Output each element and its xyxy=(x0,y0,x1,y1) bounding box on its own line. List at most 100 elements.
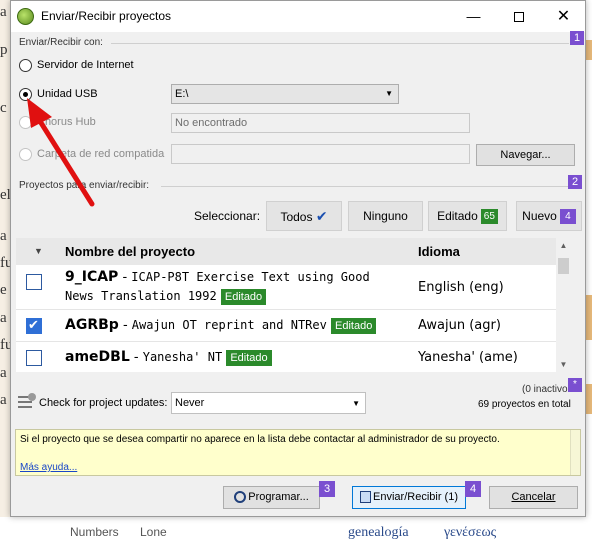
edited-filter-label: Editado xyxy=(437,209,478,223)
edited-count-badge: 65 xyxy=(480,209,498,225)
cancel-label: Cancelar xyxy=(511,491,556,503)
background-app-bottom-strip: Numbers Lone genealogía γενέσεως xyxy=(0,517,592,541)
projects-table: ▼ Nombre del proyecto Idioma 9_ICAP - IC… xyxy=(16,238,571,372)
radio-button[interactable] xyxy=(19,116,32,129)
table-row[interactable]: 9_ICAP - ICAP-P8T Exercise Text using Go… xyxy=(16,265,556,310)
projects-section-label: Proyectos para enviar/recibir: xyxy=(19,180,150,191)
cancel-button[interactable]: Cancelar xyxy=(489,486,578,509)
send-receive-icon xyxy=(360,491,372,504)
column-header-name[interactable]: Nombre del proyecto xyxy=(65,244,195,259)
radio-label: Unidad USB xyxy=(37,88,98,100)
new-count-badge: 4 xyxy=(559,209,576,225)
chevron-down-icon: ▼ xyxy=(352,399,360,408)
chevron-down-icon[interactable]: ▼ xyxy=(556,357,571,372)
close-button[interactable]: ✕ xyxy=(541,1,586,32)
radio-label: Carpeta de red compatida xyxy=(37,148,165,160)
schedule-button[interactable]: Programar... xyxy=(223,486,320,509)
bg-letter: p xyxy=(0,42,8,58)
project-code: AGRBp xyxy=(65,317,119,333)
more-help-link[interactable]: Más ayuda... xyxy=(20,462,77,473)
scrollbar-thumb[interactable] xyxy=(558,258,569,274)
bg-letter: e xyxy=(0,282,7,298)
select-none-button[interactable]: Ninguno xyxy=(348,201,423,231)
close-icon: ✕ xyxy=(556,8,571,25)
background-app-left-strip: a p c el a fu e a fu a a xyxy=(0,0,13,541)
table-header: ▼ Nombre del proyecto Idioma xyxy=(16,238,556,265)
sort-arrow-icon: ▼ xyxy=(34,246,43,256)
select-new-button[interactable]: Nuevo 4 xyxy=(516,201,582,231)
radio-label: Servidor de Internet xyxy=(37,59,134,71)
browse-button[interactable]: Navegar... xyxy=(476,144,575,166)
project-code: 9_ICAP xyxy=(65,269,119,285)
project-checkbox[interactable] xyxy=(26,317,42,334)
button-number-badge: 3 xyxy=(319,481,335,497)
usb-drive-value: E:\ xyxy=(175,88,189,100)
total-projects: 69 proyectos en total xyxy=(478,399,571,410)
network-folder-field[interactable] xyxy=(171,144,470,164)
bg-cell: Numbers xyxy=(70,525,119,539)
select-label: Seleccionar: xyxy=(194,209,261,223)
table-scrollbar[interactable]: ▲ ▼ xyxy=(556,238,571,372)
minimize-icon: — xyxy=(466,8,481,24)
button-number-badge: 4 xyxy=(465,481,481,497)
app-logo-icon xyxy=(17,8,34,25)
chevron-up-icon[interactable]: ▲ xyxy=(556,238,571,253)
radio-button[interactable] xyxy=(19,59,32,72)
project-language: English (eng) xyxy=(418,280,504,295)
bg-letter: a xyxy=(0,392,7,408)
bg-cell: genealogía xyxy=(348,525,409,540)
bg-letter: a xyxy=(0,4,7,20)
section-number-badge: 1 xyxy=(570,31,584,45)
select-all-button[interactable]: Todos ✔ xyxy=(266,201,342,231)
minimize-button[interactable]: — xyxy=(451,1,496,32)
project-language: Yanesha' (ame) xyxy=(418,350,518,365)
table-row[interactable]: ameDBL - Yanesha' NT Editado Yanesha' (a… xyxy=(16,342,556,372)
update-frequency-value: Never xyxy=(175,397,205,409)
radio-label: Chorus Hub xyxy=(37,116,96,128)
chorus-hub-field: No encontrado xyxy=(171,113,470,133)
maximize-button[interactable] xyxy=(496,1,541,32)
project-description: Awajun OT reprint and NTRev xyxy=(131,318,327,332)
bg-cell: Lone xyxy=(140,525,167,539)
select-edited-button[interactable]: Editado 65 xyxy=(428,201,507,231)
info-message: Si el proyecto que se desea compartir no… xyxy=(20,434,500,445)
chevron-down-icon: ▼ xyxy=(385,89,393,98)
project-description: ICAP-P8T Exercise Text using Good xyxy=(131,270,370,284)
table-row[interactable]: AGRBp - Awajun OT reprint and NTRev Edit… xyxy=(16,310,556,342)
bg-letter: a xyxy=(0,228,7,244)
window-title: Enviar/Recibir proyectos xyxy=(41,9,172,23)
clock-icon xyxy=(234,491,247,504)
update-check-label: Check for project updates: xyxy=(39,397,168,409)
project-description: Yanesha' NT xyxy=(142,350,223,364)
info-message-box: Si el proyecto que se desea compartir no… xyxy=(15,429,581,476)
edited-badge: Editado xyxy=(226,350,272,366)
chorus-hub-value: No encontrado xyxy=(175,117,248,129)
bg-cell: γενέσεως xyxy=(444,525,497,540)
project-name-cell: AGRBp - Awajun OT reprint and NTRev Edit… xyxy=(65,316,377,335)
send-receive-button[interactable]: Enviar/Recibir (1) xyxy=(352,486,466,509)
checkmark-icon: ✔ xyxy=(315,208,328,224)
edited-badge: Editado xyxy=(331,318,377,334)
project-name-cell: 9_ICAP - ICAP-P8T Exercise Text using Go… xyxy=(65,269,370,305)
new-filter-label: Nuevo xyxy=(522,209,557,223)
usb-drive-select[interactable]: E:\ ▼ xyxy=(171,84,399,104)
send-receive-dialog: Enviar/Recibir proyectos — ✕ Enviar/Reci… xyxy=(10,0,586,517)
bg-letter: a xyxy=(0,365,7,381)
project-checkbox[interactable] xyxy=(26,274,42,290)
info-scrollbar[interactable] xyxy=(570,430,580,475)
project-checkbox[interactable] xyxy=(26,350,42,366)
connection-section-label: Enviar/Recibir con: xyxy=(19,37,103,48)
radio-button[interactable] xyxy=(19,148,32,161)
schedule-label: Programar... xyxy=(248,491,309,503)
edited-badge: Editado xyxy=(220,289,267,305)
radio-button[interactable] xyxy=(19,88,32,101)
update-frequency-select[interactable]: Never ▼ xyxy=(171,392,366,414)
project-name-cell: ameDBL - Yanesha' NT Editado xyxy=(65,348,272,367)
section-number-badge: 2 xyxy=(568,175,582,189)
select-all-label: Todos xyxy=(280,210,313,224)
column-header-language[interactable]: Idioma xyxy=(418,244,460,259)
project-language: Awajun (agr) xyxy=(418,318,501,333)
section-marker-badge: * xyxy=(568,378,582,392)
maximize-icon xyxy=(513,12,524,23)
project-description-cont: News Translation 1992 xyxy=(65,289,217,303)
